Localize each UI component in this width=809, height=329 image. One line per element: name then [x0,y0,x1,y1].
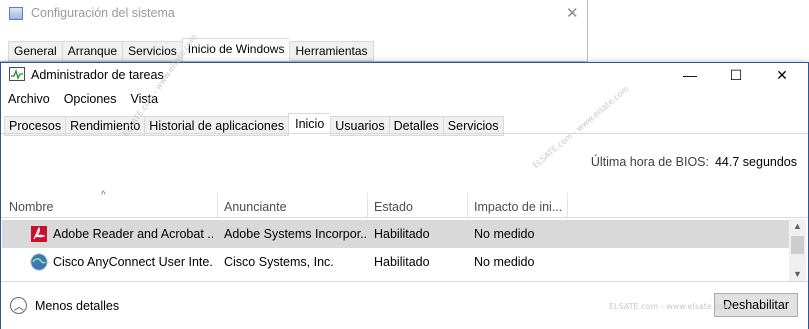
row-impact: No medido [474,255,535,269]
system-config-app-icon [9,6,23,20]
maximize-button[interactable]: ☐ [713,63,759,87]
system-config-window: Configuración del sistema ✕ General Arra… [0,0,588,62]
table-header: Nombre Anunciante Estado Impacto de ini.… [1,195,808,218]
sysconfig-tab-herramientas[interactable]: Herramientas [289,41,374,61]
row-impact: No medido [474,227,535,241]
footer-divider [1,281,808,282]
scrollbar-thumb[interactable] [791,236,804,254]
sysconfig-tab-inicio-windows[interactable]: Inicio de Windows [181,38,290,61]
column-separator[interactable] [367,193,368,217]
title-bar: Administrador de tareas — ☐ ✕ [1,63,808,89]
row-publisher: Cisco Systems, Inc. [224,255,334,269]
adobe-acrobat-icon [30,225,48,243]
column-separator[interactable] [217,193,218,217]
close-button[interactable]: ✕ [759,63,805,87]
watermark: ELSATE.com - www.elsate.com [609,302,732,311]
sysconfig-tab-arranque[interactable]: Arranque [61,41,123,61]
menu-archivo[interactable]: Archivo [8,92,50,106]
task-manager-window: Administrador de tareas — ☐ ✕ Archivo Op… [0,33,809,329]
vertical-scrollbar[interactable]: ▲ ▼ [789,219,806,281]
system-config-title-bar: Configuración del sistema [9,6,175,20]
bios-time: Última hora de BIOS: 44.7 segundos [591,155,797,169]
row-status: Habilitado [374,255,430,269]
bios-time-label: Última hora de BIOS: [590,155,709,169]
less-details-label: Menos detalles [35,298,120,313]
column-header-anunciante[interactable]: Anunciante [224,200,287,214]
task-manager-app-icon [9,67,25,81]
table-row[interactable]: Cisco AnyConnect User Inte... Cisco Syst… [2,248,789,276]
table-row[interactable]: Adobe Reader and Acrobat ... Adobe Syste… [2,220,789,248]
minimize-button[interactable]: — [667,63,713,87]
chevron-up-icon: ︿ [10,297,27,314]
bios-time-value: 44.7 segundos [714,155,797,169]
system-config-close-icon[interactable]: ✕ [566,6,579,21]
row-name: Adobe Reader and Acrobat ... [53,227,213,241]
less-details-button[interactable]: ︿ Menos detalles [10,297,119,314]
row-publisher: Adobe Systems Incorpor... [224,227,366,241]
sysconfig-tab-general[interactable]: General [8,41,62,61]
column-header-nombre[interactable]: Nombre [9,200,53,214]
menu-opciones[interactable]: Opciones [64,92,117,106]
window-title: Administrador de tareas [31,68,164,82]
column-separator[interactable] [567,193,568,217]
column-header-estado[interactable]: Estado [374,200,413,214]
column-separator[interactable] [467,193,468,217]
column-header-impacto[interactable]: Impacto de ini... [474,200,562,214]
scroll-up-icon[interactable]: ▲ [793,221,802,231]
system-config-title: Configuración del sistema [31,6,175,20]
row-status: Habilitado [374,227,430,241]
row-name: Cisco AnyConnect User Inte... [53,255,213,269]
menu-bar: Archivo Opciones Vista [8,92,158,106]
cisco-anyconnect-icon [30,253,48,271]
scroll-down-icon[interactable]: ▼ [793,269,802,279]
